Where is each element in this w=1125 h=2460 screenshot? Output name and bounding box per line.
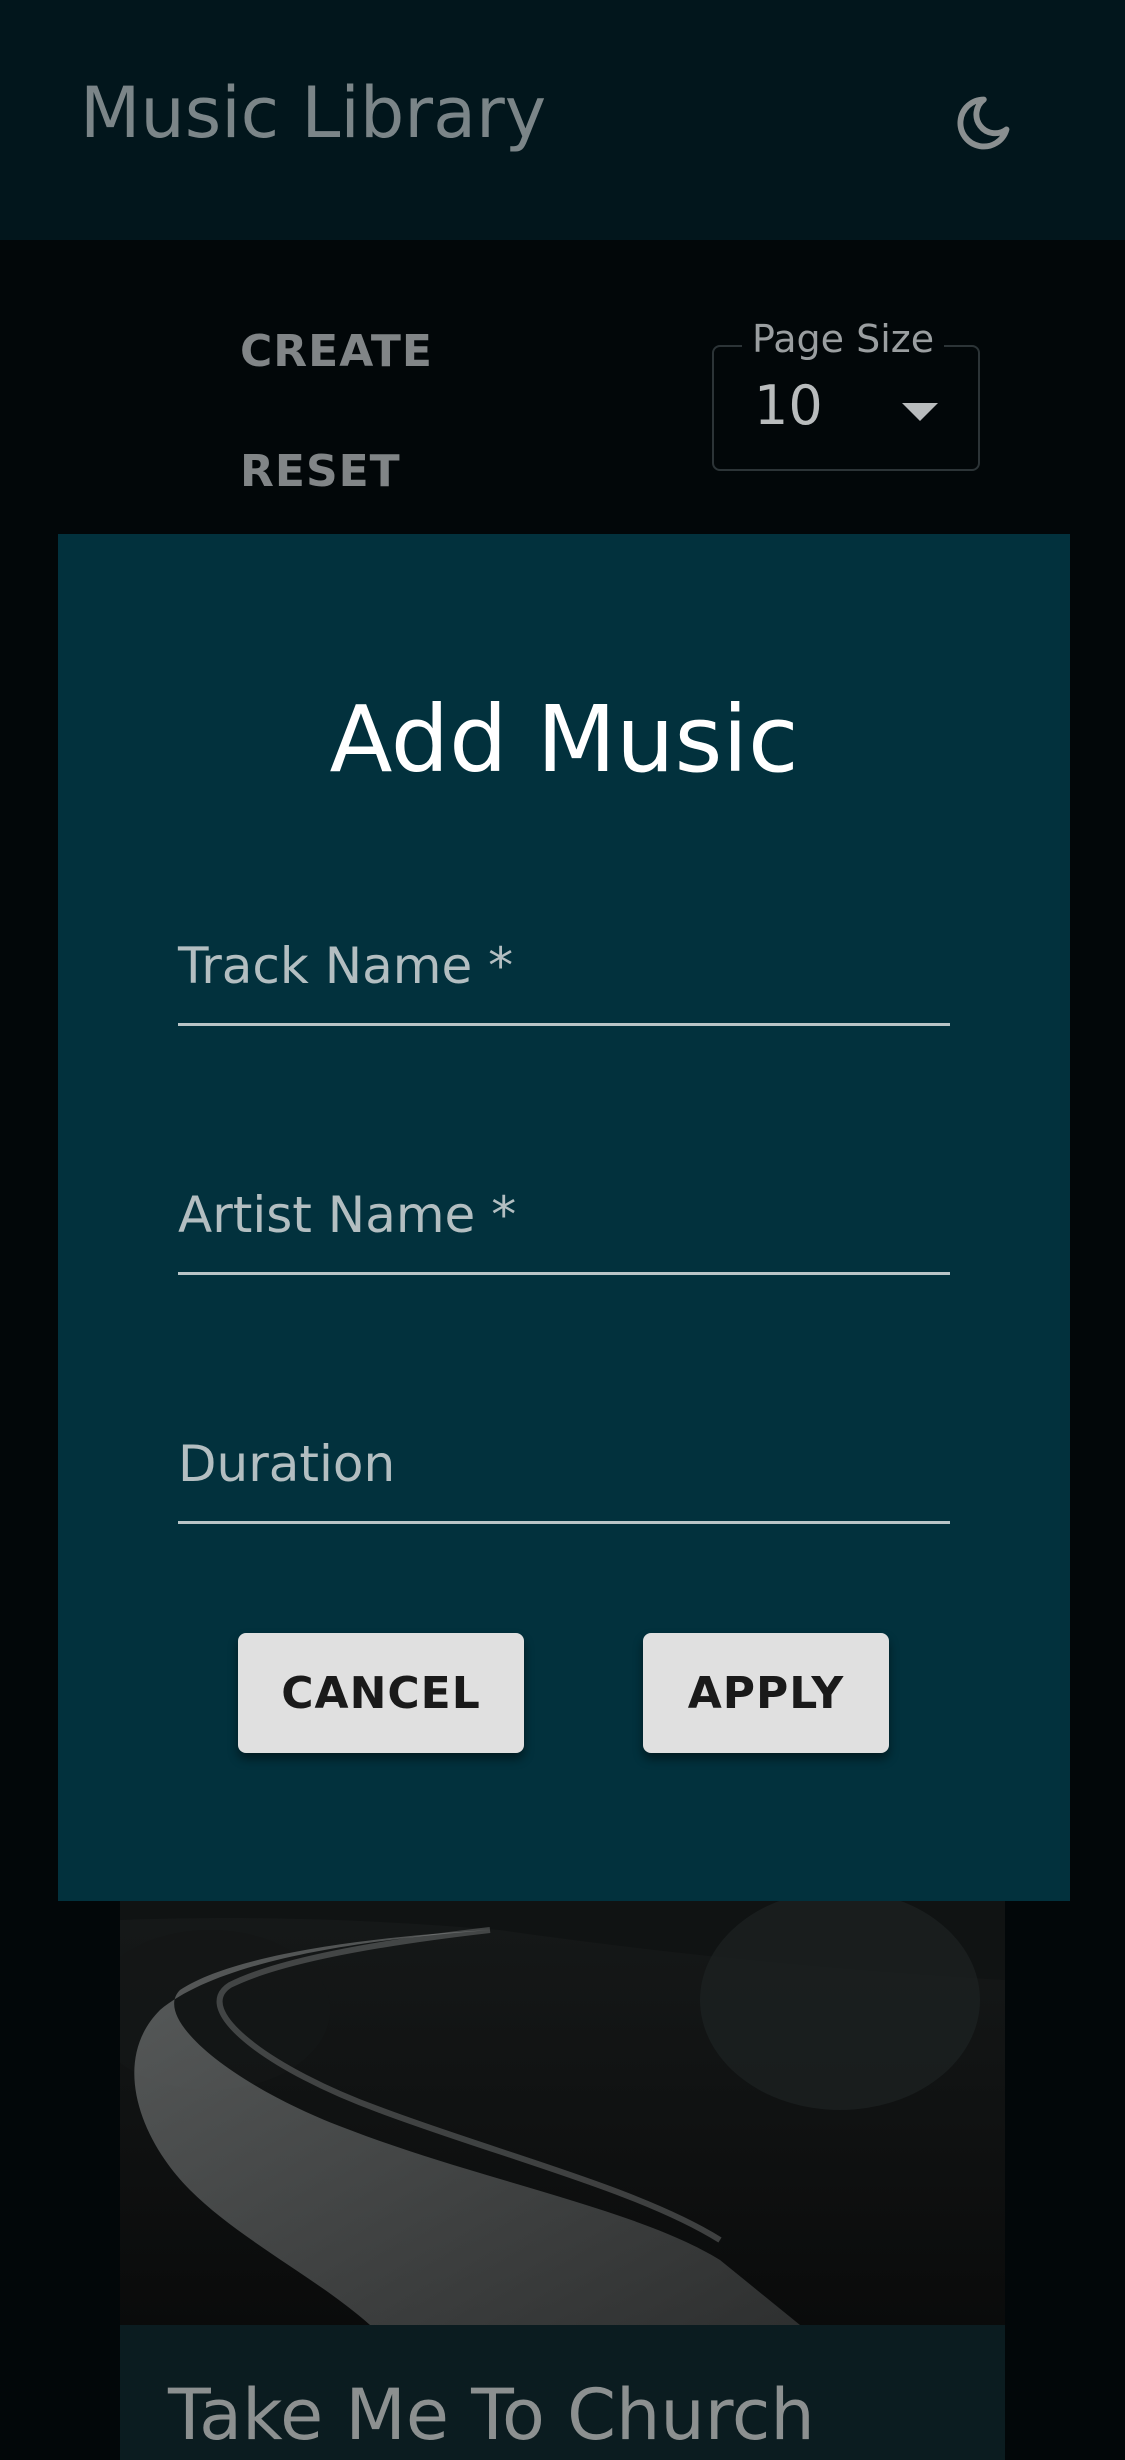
- track-title: Take Me To Church: [168, 2374, 815, 2456]
- apply-button[interactable]: APPLY: [643, 1633, 889, 1753]
- artist-name-field[interactable]: Artist Name *: [178, 1175, 950, 1275]
- reset-button[interactable]: RESET: [240, 450, 401, 494]
- artist-name-input[interactable]: [178, 1206, 950, 1266]
- page-size-select[interactable]: Page Size 10: [712, 317, 980, 471]
- page-size-label: Page Size: [742, 317, 945, 363]
- track-name-field[interactable]: Track Name *: [178, 926, 950, 1026]
- track-card[interactable]: Take Me To Church: [120, 1860, 1005, 2460]
- caret-down-icon: [902, 403, 938, 421]
- track-cover-image: [120, 1860, 1005, 2325]
- duration-input[interactable]: [178, 1455, 950, 1515]
- dialog-title: Add Music: [329, 686, 799, 793]
- cancel-button[interactable]: CANCEL: [238, 1633, 524, 1753]
- duration-field[interactable]: Duration: [178, 1424, 950, 1524]
- create-button[interactable]: CREATE: [240, 330, 433, 374]
- moon-icon: [957, 96, 1010, 150]
- track-name-input[interactable]: [178, 957, 950, 1017]
- page-size-value: 10: [754, 374, 823, 437]
- add-music-dialog: Add Music Track Name * Artist Name * Dur…: [58, 534, 1070, 1901]
- theme-toggle-button[interactable]: [946, 86, 1020, 160]
- app-bar: Music Library: [0, 0, 1125, 240]
- app-title: Music Library: [80, 72, 547, 154]
